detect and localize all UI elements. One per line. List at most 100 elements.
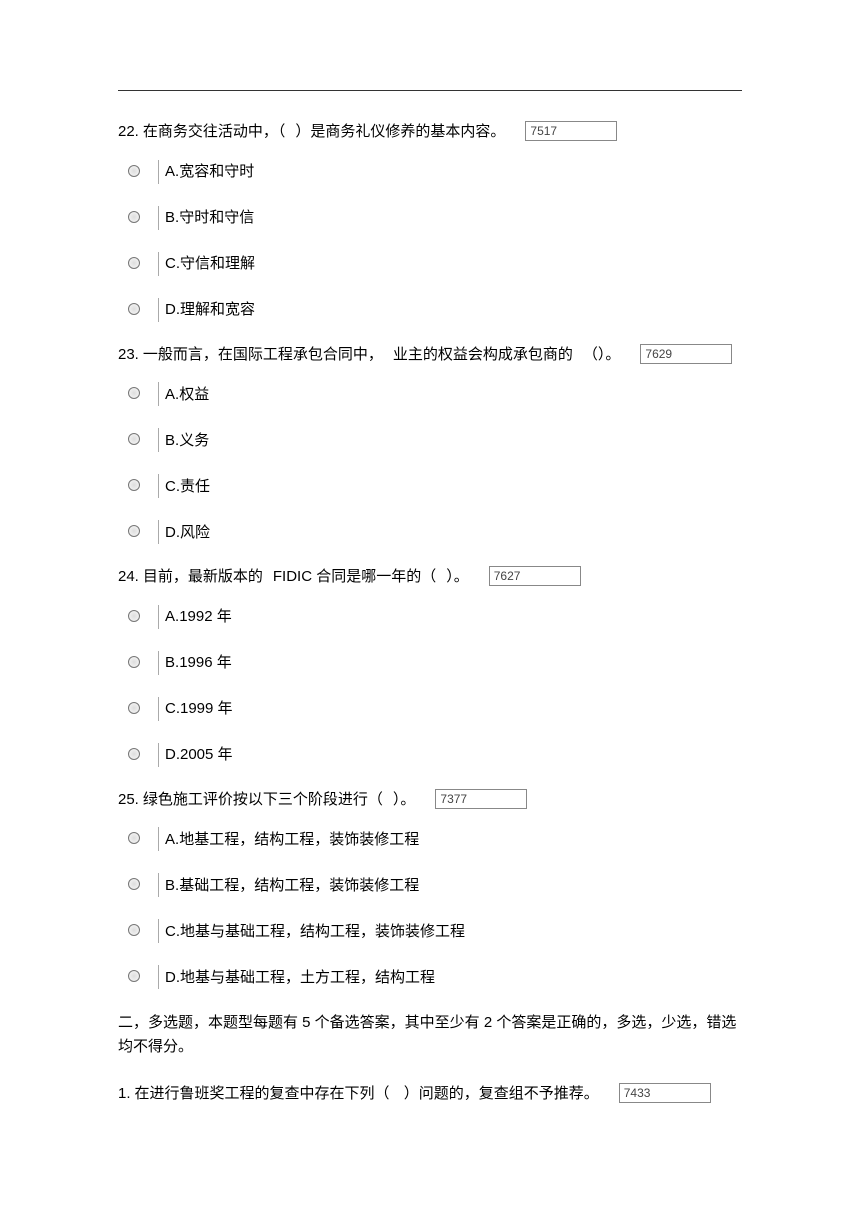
option-label: D. <box>165 967 180 990</box>
option-row[interactable]: B. 守时和守信 <box>128 204 742 230</box>
option-text: 守信和理解 <box>180 253 255 276</box>
radio-icon[interactable] <box>128 924 140 936</box>
section2-question-1: 1. 在进行鲁班奖工程的复查中存在下列（ ）问题的，复查组不予推荐。 7433 <box>118 1083 742 1106</box>
radio-icon[interactable] <box>128 610 140 622</box>
option-row[interactable]: A. 宽容和守时 <box>128 158 742 184</box>
option-separator <box>158 428 159 452</box>
question-text: 在商务交往活动中，（）是商务礼仪修养的基本内容。 <box>143 121 516 144</box>
option-row[interactable]: A. 权益 <box>128 380 742 406</box>
option-text: 理解和宽容 <box>180 299 255 322</box>
option-label: D. <box>165 522 180 545</box>
option-text: 宽容和守时 <box>179 161 254 184</box>
radio-icon[interactable] <box>128 702 140 714</box>
option-separator <box>158 965 159 989</box>
question-text: 绿色施工评价按以下三个阶段进行（）。 <box>143 789 426 812</box>
option-row[interactable]: B. 1996 年 <box>128 649 742 675</box>
option-label: C. <box>165 476 180 499</box>
radio-icon[interactable] <box>128 303 140 315</box>
option-text: 风险 <box>180 522 210 545</box>
option-text: 1999 年 <box>180 698 233 721</box>
radio-icon[interactable] <box>128 878 140 890</box>
radio-icon[interactable] <box>128 165 140 177</box>
option-label: C. <box>165 253 180 276</box>
radio-icon[interactable] <box>128 211 140 223</box>
option-text: 权益 <box>179 384 209 407</box>
radio-icon[interactable] <box>128 387 140 399</box>
radio-icon[interactable] <box>128 479 140 491</box>
question-code-input[interactable]: 7433 <box>619 1083 711 1103</box>
option-label: B. <box>165 430 179 453</box>
option-separator <box>158 520 159 544</box>
option-label: C. <box>165 698 180 721</box>
option-label: A. <box>165 161 179 184</box>
option-text: 责任 <box>180 476 210 499</box>
option-label: D. <box>165 299 180 322</box>
question: 24.目前，最新版本的FIDIC 合同是哪一年的（）。 7627 A. 1992 年… <box>118 566 742 767</box>
option-separator <box>158 206 159 230</box>
option-row[interactable]: D. 2005 年 <box>128 741 742 767</box>
option-row[interactable]: B. 义务 <box>128 426 742 452</box>
option-separator <box>158 298 159 322</box>
question: 23.一般而言，在国际工程承包合同中，业主的权益会构成承包商的（）。 7629 A.… <box>118 344 742 545</box>
option-separator <box>158 474 159 498</box>
radio-icon[interactable] <box>128 832 140 844</box>
option-label: A. <box>165 384 179 407</box>
option-text: 义务 <box>179 430 209 453</box>
question: 25.绿色施工评价按以下三个阶段进行（）。7377A. 地基工程，结构工程，装饰… <box>118 789 742 990</box>
option-separator <box>158 651 159 675</box>
question-number: 24. <box>118 566 139 589</box>
option-text: 基础工程，结构工程，装饰装修工程 <box>179 875 419 898</box>
option-row[interactable]: C. 守信和理解 <box>128 250 742 276</box>
question-text: 一般而言，在国际工程承包合同中，业主的权益会构成承包商的（）。 <box>143 344 631 367</box>
option-separator <box>158 605 159 629</box>
option-text: 2005 年 <box>180 744 233 767</box>
option-text: 地基与基础工程，结构工程，装饰装修工程 <box>180 921 465 944</box>
option-text: 地基工程，结构工程，装饰装修工程 <box>179 829 419 852</box>
option-separator <box>158 697 159 721</box>
option-label: B. <box>165 207 179 230</box>
option-separator <box>158 919 159 943</box>
question-code-input[interactable]: 7627 <box>489 566 581 586</box>
question-code-input[interactable]: 7517 <box>525 121 617 141</box>
option-separator <box>158 252 159 276</box>
option-label: B. <box>165 875 179 898</box>
question-number: 1. <box>118 1083 131 1106</box>
option-separator <box>158 382 159 406</box>
option-text: 1996 年 <box>179 652 232 675</box>
section2-instructions: 二，多选题，本题型每题有 5 个备选答案，其中至少有 2 个答案是正确的，多选，… <box>118 1011 742 1059</box>
question-text: 在进行鲁班奖工程的复查中存在下列（ ）问题的，复查组不予推荐。 <box>135 1083 609 1106</box>
option-text: 地基与基础工程，土方工程，结构工程 <box>180 967 435 990</box>
option-text: 守时和守信 <box>179 207 254 230</box>
option-separator <box>158 827 159 851</box>
option-label: A. <box>165 606 179 629</box>
option-row[interactable]: B. 基础工程，结构工程，装饰装修工程 <box>128 871 742 897</box>
question-number: 23. <box>118 344 139 367</box>
radio-icon[interactable] <box>128 525 140 537</box>
question-code-input[interactable]: 7377 <box>435 789 527 809</box>
option-label: D. <box>165 744 180 767</box>
radio-icon[interactable] <box>128 433 140 445</box>
radio-icon[interactable] <box>128 257 140 269</box>
option-row[interactable]: C. 1999 年 <box>128 695 742 721</box>
question-code-input[interactable]: 7629 <box>640 344 732 364</box>
option-row[interactable]: A. 1992 年 <box>128 603 742 629</box>
radio-icon[interactable] <box>128 748 140 760</box>
option-row[interactable]: D. 风险 <box>128 518 742 544</box>
option-text: 1992 年 <box>179 606 232 629</box>
option-row[interactable]: D. 理解和宽容 <box>128 296 742 322</box>
option-row[interactable]: A. 地基工程，结构工程，装饰装修工程 <box>128 825 742 851</box>
option-separator <box>158 873 159 897</box>
question-number: 22. <box>118 121 139 144</box>
radio-icon[interactable] <box>128 970 140 982</box>
option-row[interactable]: C. 地基与基础工程，结构工程，装饰装修工程 <box>128 917 742 943</box>
option-label: B. <box>165 652 179 675</box>
option-separator <box>158 160 159 184</box>
option-label: A. <box>165 829 179 852</box>
option-label: C. <box>165 921 180 944</box>
option-row[interactable]: D. 地基与基础工程，土方工程，结构工程 <box>128 963 742 989</box>
radio-icon[interactable] <box>128 656 140 668</box>
option-separator <box>158 743 159 767</box>
question: 22.在商务交往活动中，（）是商务礼仪修养的基本内容。7517A. 宽容和守时B… <box>118 121 742 322</box>
question-text: 目前，最新版本的FIDIC 合同是哪一年的（）。 <box>143 566 479 589</box>
option-row[interactable]: C. 责任 <box>128 472 742 498</box>
